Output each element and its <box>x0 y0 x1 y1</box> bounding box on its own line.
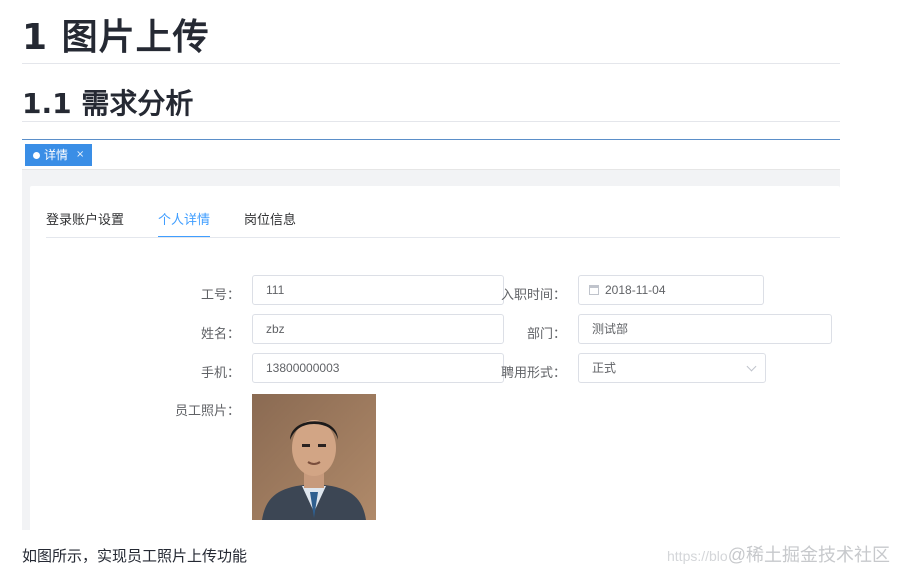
employ-type-label: 聘用形式： <box>500 366 566 381</box>
dept-label: 部门： <box>526 327 566 342</box>
dept-field[interactable]: 测试部 <box>578 314 832 344</box>
employ-type-value: 正式 <box>592 361 617 375</box>
name-field[interactable]: zbz <box>252 314 504 344</box>
join-date-label: 入职时间： <box>500 288 566 303</box>
chevron-down-icon <box>746 361 757 372</box>
article-caption: 如图所示，实现员工照片上传功能 <box>22 547 248 565</box>
employee-photo[interactable] <box>252 394 376 520</box>
embedded-screenshot: 详情 × 登录账户设置 个人详情 岗位信息 工号： 111 入职时间： 2018… <box>22 139 840 530</box>
close-icon[interactable]: × <box>76 144 84 166</box>
detail-tabs: 登录账户设置 个人详情 岗位信息 <box>46 212 330 238</box>
watermark-brand: @稀土掘金技术社区 <box>727 545 890 565</box>
tab-account-settings[interactable]: 登录账户设置 <box>46 212 124 238</box>
phone-label: 手机： <box>200 366 240 381</box>
photo-label: 员工照片： <box>174 404 240 419</box>
phone-field[interactable]: 13800000003 <box>252 353 504 383</box>
active-dot-icon <box>33 151 40 159</box>
employ-type-select[interactable]: 正式 <box>578 353 766 383</box>
join-date-picker[interactable]: 2018-11-04 <box>578 275 764 305</box>
join-date-value: 2018-11-04 <box>605 283 666 297</box>
tag-details[interactable]: 详情 × <box>25 144 93 166</box>
watermark-site: https://blo <box>667 548 728 564</box>
heading-divider <box>22 121 840 122</box>
name-label: 姓名： <box>200 327 240 342</box>
heading-divider <box>22 63 840 64</box>
job-no-field[interactable]: 111 <box>252 275 504 305</box>
tabs-divider <box>46 237 840 238</box>
watermark: https://blo@稀土掘金技术社区 <box>667 541 890 567</box>
portrait-image <box>252 394 376 520</box>
job-no-label: 工号： <box>200 288 240 303</box>
calendar-icon <box>589 285 599 295</box>
section-heading-2: 1.1 需求分析 <box>22 87 194 120</box>
tags-view-bar: 详情 × <box>22 140 840 170</box>
tab-personal-details[interactable]: 个人详情 <box>158 212 211 238</box>
tab-position-info[interactable]: 岗位信息 <box>244 212 296 238</box>
employee-detail-card: 登录账户设置 个人详情 岗位信息 工号： 111 入职时间： 2018-11-0… <box>30 186 840 530</box>
section-heading-1: 1 图片上传 <box>22 17 210 58</box>
tag-label: 详情 <box>44 148 69 162</box>
